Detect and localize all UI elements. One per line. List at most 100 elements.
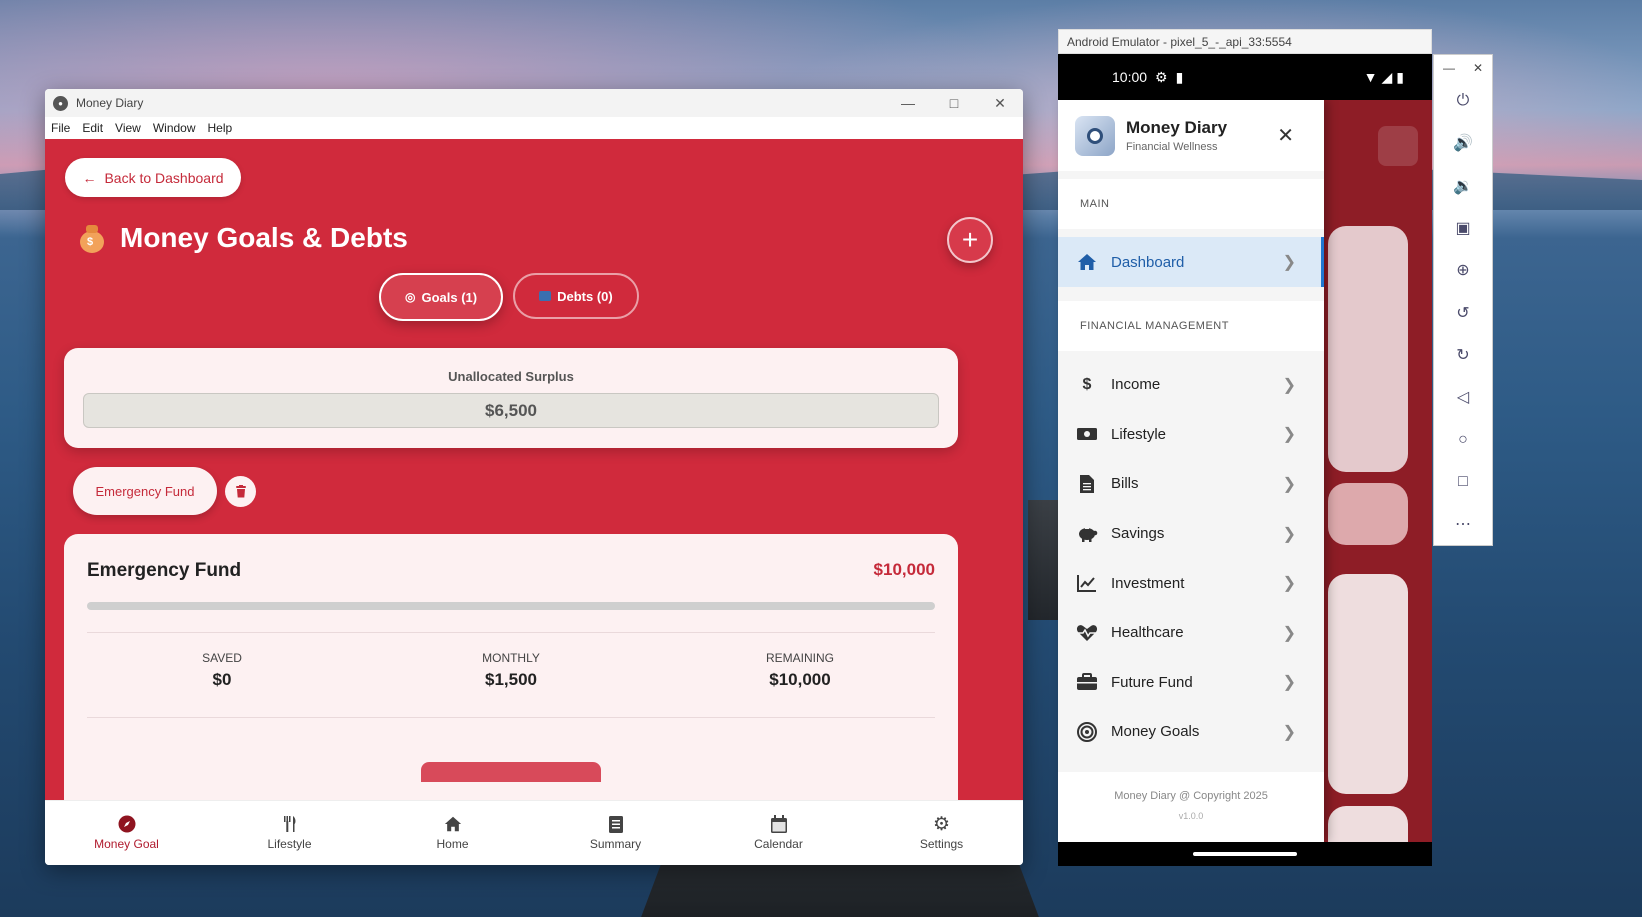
drawer-item-money-goals-label: Money Goals: [1111, 723, 1200, 741]
briefcase-icon: [1076, 672, 1098, 692]
window-titlebar: ● Money Diary — □ ✕: [45, 89, 1023, 117]
drawer-item-money-goals[interactable]: Money Goals ❯: [1058, 707, 1324, 757]
emulator-minimize-button[interactable]: —: [1443, 61, 1455, 75]
app-logo: [1075, 115, 1115, 156]
calendar-icon: [770, 815, 788, 833]
rotate-left-icon: ↺: [1456, 304, 1470, 322]
power-icon: ⏻: [1456, 92, 1470, 110]
goal-action-button[interactable]: [421, 762, 601, 782]
back-button[interactable]: ◁: [1434, 376, 1492, 418]
nav-money-goal-label: Money Goal: [94, 837, 159, 851]
home-icon: [444, 815, 462, 833]
goal-chip-emergency-fund[interactable]: Emergency Fund: [73, 467, 217, 515]
chevron-right-icon: ❯: [1282, 376, 1296, 394]
emulator-titlebar: Android Emulator - pixel_5_-_api_33:5554: [1058, 29, 1432, 54]
drawer-item-savings[interactable]: Savings ❯: [1058, 509, 1324, 559]
menu-edit[interactable]: Edit: [82, 121, 103, 135]
emulator-close-button[interactable]: ✕: [1473, 61, 1483, 75]
home-button[interactable]: ○: [1434, 418, 1492, 460]
goal-debt-tabs: ◎ Goals (1) Debts (0): [379, 273, 639, 321]
zoom-button[interactable]: ⊕: [1434, 249, 1492, 291]
drawer-item-investment[interactable]: Investment ❯: [1058, 558, 1324, 608]
piggy-bank-icon: [1076, 524, 1098, 544]
nav-money-goal[interactable]: Money Goal: [45, 801, 208, 865]
utensils-icon: [281, 815, 299, 833]
delete-goal-button[interactable]: [225, 476, 256, 507]
drawer-item-dashboard[interactable]: Dashboard ❯: [1058, 237, 1324, 287]
drawer-item-income-label: Income: [1111, 376, 1161, 394]
clipboard-icon: [607, 815, 625, 833]
nav-settings-label: Settings: [919, 837, 964, 851]
nav-home-label: Home: [436, 837, 469, 851]
copyright-text: Money Diary @ Copyright 2025: [1114, 790, 1268, 802]
chevron-right-icon: ❯: [1282, 674, 1296, 692]
volume-down-button[interactable]: 🔉: [1434, 165, 1492, 207]
nav-settings[interactable]: ⚙ Settings: [860, 801, 1023, 865]
menu-window[interactable]: Window: [153, 121, 196, 135]
stat-saved-value: $0: [212, 670, 232, 689]
drawer-item-investment-label: Investment: [1111, 574, 1185, 592]
nav-summary[interactable]: Summary: [534, 801, 697, 865]
back-to-dashboard-button[interactable]: ← Back to Dashboard: [65, 158, 241, 197]
goal-card: Emergency Fund $10,000 SAVED $0 MONTHLY …: [64, 534, 958, 800]
chevron-right-icon: ❯: [1282, 525, 1296, 543]
drawer-header: Money Diary Financial Wellness ✕: [1058, 100, 1324, 171]
file-icon: [1076, 474, 1098, 494]
add-goal-button[interactable]: +: [947, 217, 993, 263]
arrow-left-icon: ←: [82, 169, 97, 186]
drawer-item-future-fund[interactable]: Future Fund ❯: [1058, 658, 1324, 708]
chevron-right-icon: ❯: [1282, 575, 1296, 593]
camera-icon: ▣: [1455, 220, 1471, 238]
power-button[interactable]: ⏻: [1434, 80, 1492, 122]
nav-lifestyle[interactable]: Lifestyle: [208, 801, 371, 865]
sd-card-icon: ▮: [1175, 68, 1184, 85]
tab-debts[interactable]: Debts (0): [513, 273, 639, 319]
drawer-item-income[interactable]: $ Income ❯: [1058, 360, 1324, 410]
rotate-right-button[interactable]: ↻: [1434, 334, 1492, 376]
drawer-item-lifestyle[interactable]: Lifestyle ❯: [1058, 410, 1324, 460]
close-icon[interactable]: ✕: [1277, 123, 1294, 148]
menu-help[interactable]: Help: [208, 121, 233, 135]
square-overview-icon: □: [1458, 472, 1468, 490]
rotate-right-icon: ↻: [1456, 346, 1470, 364]
triangle-back-icon: ◁: [1456, 389, 1470, 407]
emulator-phone: 10:00 ⚙ ▮ ▼ ◢ ▮ Money Diary Financial We…: [1058, 54, 1432, 866]
volume-up-button[interactable]: 🔊: [1434, 122, 1492, 164]
drawer-item-bills[interactable]: Bills ❯: [1058, 459, 1324, 509]
minimize-button[interactable]: —: [885, 95, 931, 112]
app-window: ● Money Diary — □ ✕ File Edit View Windo…: [45, 89, 1023, 865]
drawer-app-name: Money Diary: [1126, 118, 1228, 137]
bottom-navigation: Money Goal Lifestyle Home Summary Calend…: [45, 800, 1023, 865]
version-text: v1.0.0: [1178, 811, 1204, 821]
emulator-title: Android Emulator - pixel_5_-_api_33:5554: [1067, 34, 1292, 49]
wifi-icon: ▼: [1363, 69, 1378, 85]
app-icon: ●: [53, 95, 68, 111]
overview-button[interactable]: □: [1434, 461, 1492, 503]
tab-goals[interactable]: ◎ Goals (1): [379, 273, 504, 321]
gesture-navigation-bar[interactable]: [1193, 852, 1297, 856]
drawer-item-healthcare[interactable]: Healthcare ❯: [1058, 608, 1324, 658]
stat-monthly: MONTHLY $1,500: [411, 651, 611, 690]
menu-view[interactable]: View: [115, 121, 141, 135]
close-button[interactable]: ✕: [977, 95, 1023, 112]
drawer-item-future-fund-label: Future Fund: [1111, 673, 1193, 691]
stat-remaining: REMAINING $10,000: [700, 651, 900, 690]
nav-calendar[interactable]: Calendar: [697, 801, 860, 865]
android-status-bar: 10:00 ⚙ ▮ ▼ ◢ ▮: [1058, 54, 1432, 100]
more-icon: ⋯: [1455, 516, 1471, 534]
maximize-button[interactable]: □: [931, 95, 977, 112]
emulator-side-toolbar: — ✕ ⏻ 🔊 🔉 ▣ ⊕ ↺ ↻ ◁ ○ □ ⋯: [1433, 54, 1493, 546]
screenshot-button[interactable]: ▣: [1434, 207, 1492, 249]
nav-home[interactable]: Home: [371, 801, 534, 865]
more-button[interactable]: ⋯: [1434, 503, 1492, 545]
chevron-right-icon: ❯: [1282, 475, 1296, 493]
target-icon: ◎: [405, 290, 416, 304]
volume-down-icon: 🔉: [1453, 177, 1473, 195]
menu-file[interactable]: File: [51, 121, 70, 135]
chevron-right-icon: ❯: [1282, 426, 1296, 444]
rotate-left-button[interactable]: ↺: [1434, 291, 1492, 333]
zoom-in-icon: ⊕: [1456, 262, 1470, 280]
money-bill-icon: [1076, 424, 1098, 444]
drawer-item-lifestyle-label: Lifestyle: [1111, 425, 1167, 443]
drawer-subtitle: Financial Wellness: [1126, 141, 1218, 153]
